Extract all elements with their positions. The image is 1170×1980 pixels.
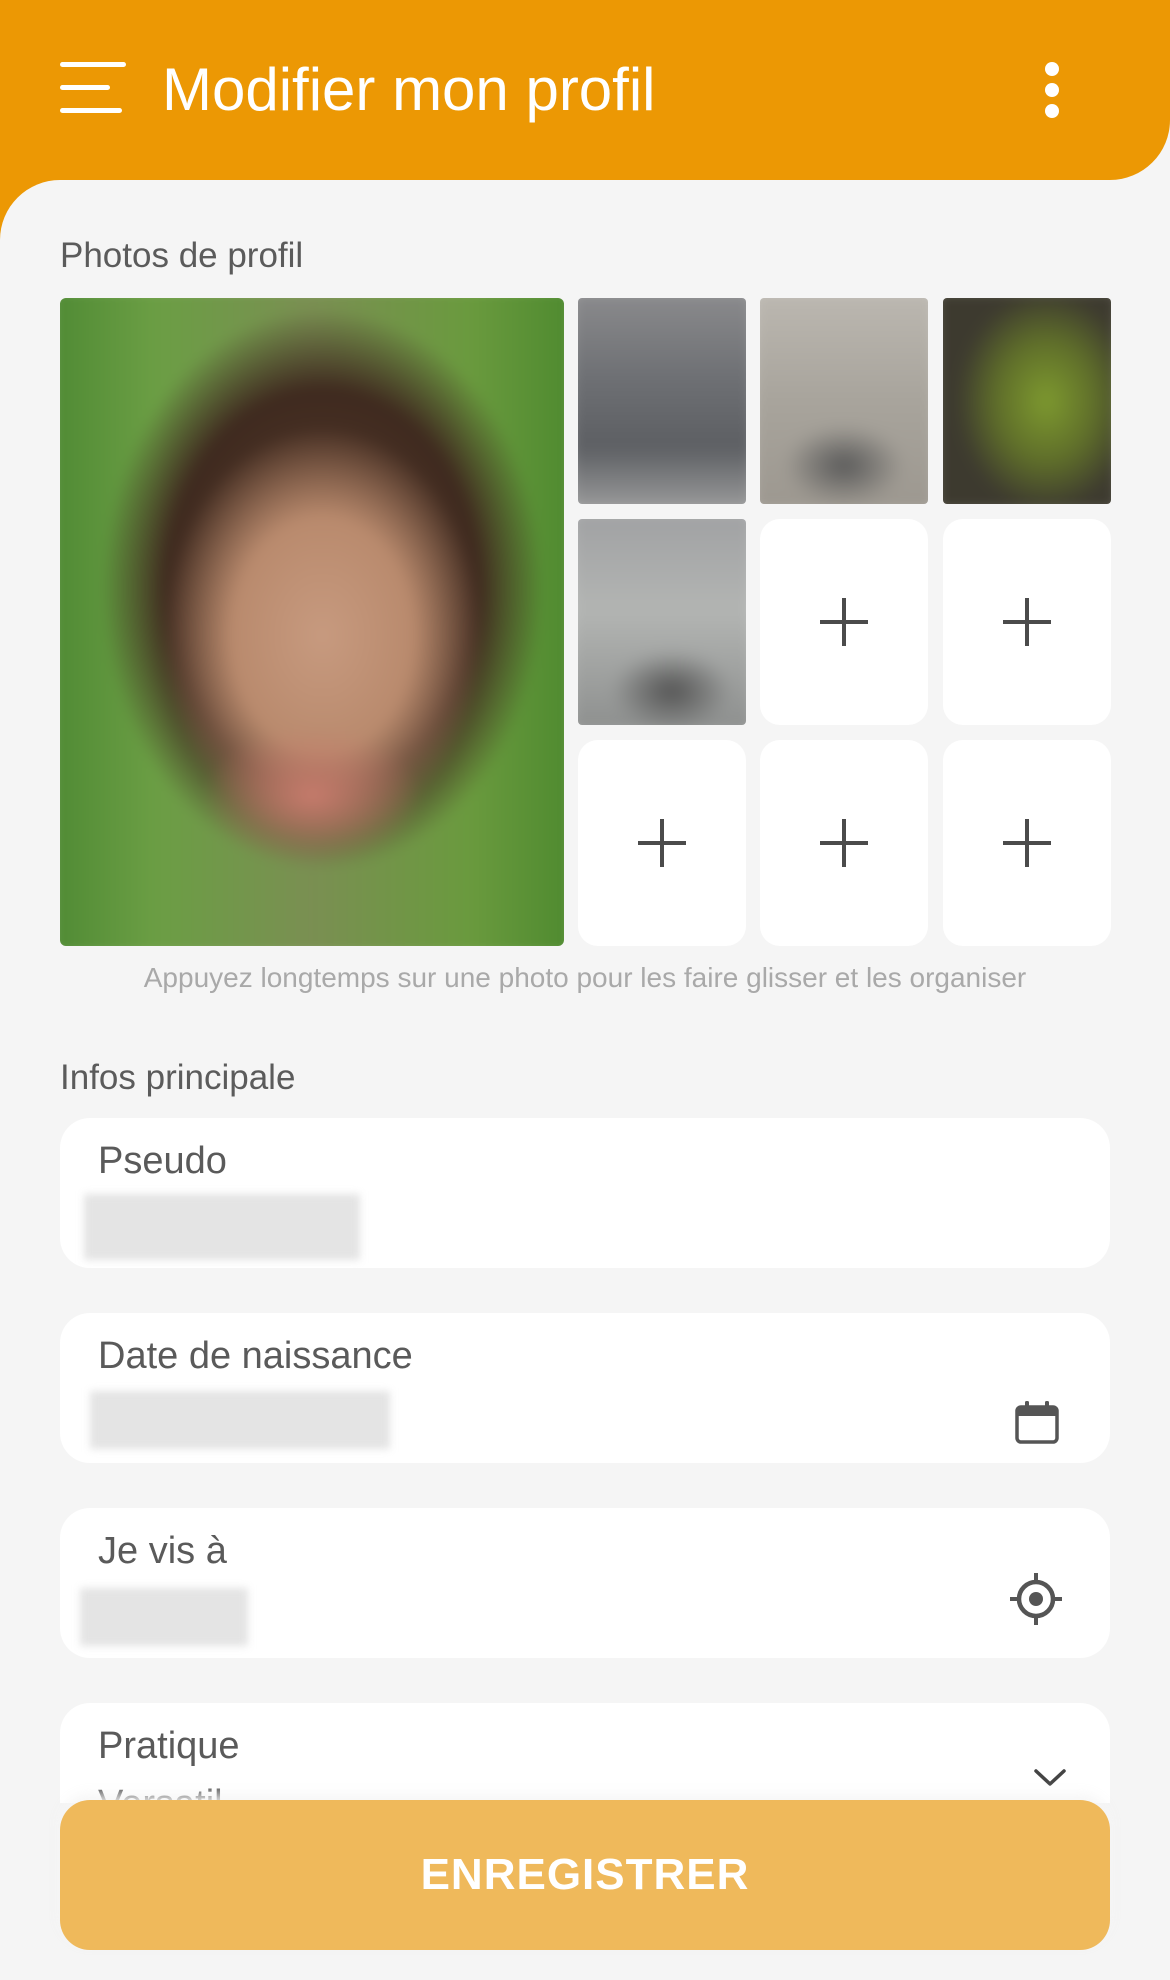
birthdate-field[interactable]: Date de naissance	[60, 1313, 1110, 1463]
calendar-icon[interactable]	[1014, 1399, 1060, 1445]
photos-hint: Appuyez longtemps sur une photo pour les…	[143, 962, 1027, 993]
add-photo-button[interactable]	[760, 740, 928, 946]
add-photo-button[interactable]	[943, 519, 1111, 725]
field-value	[90, 1391, 390, 1449]
main-info-section-label: Infos principale	[60, 1058, 296, 1097]
plus-icon	[820, 819, 868, 867]
plus-icon	[1003, 598, 1051, 646]
plus-icon	[638, 819, 686, 867]
field-label: Date de naissance	[98, 1335, 413, 1377]
photos-section-label: Photos de profil	[60, 236, 304, 275]
field-label: Pratique	[98, 1725, 240, 1767]
save-button[interactable]: ENREGISTRER	[60, 1800, 1110, 1950]
page-title: Modifier mon profil	[162, 56, 656, 123]
more-options-icon[interactable]	[1032, 58, 1072, 122]
profile-photo-thumb[interactable]	[578, 519, 746, 725]
field-label: Je vis à	[98, 1530, 227, 1572]
add-photo-button[interactable]	[943, 740, 1111, 946]
add-photo-button[interactable]	[578, 740, 746, 946]
field-value	[84, 1194, 360, 1260]
practice-field[interactable]: Pratique Versatil	[60, 1703, 1110, 1803]
profile-photo-thumb[interactable]	[943, 298, 1111, 504]
main-profile-photo[interactable]	[60, 298, 564, 946]
app-header: Modifier mon profil	[0, 0, 1170, 180]
menu-icon[interactable]	[56, 58, 130, 118]
profile-photo-thumb[interactable]	[760, 298, 928, 504]
field-value	[80, 1588, 248, 1646]
locate-target-icon[interactable]	[1008, 1571, 1064, 1627]
plus-icon	[1003, 819, 1051, 867]
location-field[interactable]: Je vis à	[60, 1508, 1110, 1658]
field-label: Pseudo	[98, 1140, 227, 1182]
sheet-corner	[0, 180, 60, 240]
chevron-down-icon[interactable]	[1032, 1765, 1068, 1789]
plus-icon	[820, 598, 868, 646]
add-photo-button[interactable]	[760, 519, 928, 725]
profile-photo-thumb[interactable]	[578, 298, 746, 504]
pseudo-field[interactable]: Pseudo	[60, 1118, 1110, 1268]
